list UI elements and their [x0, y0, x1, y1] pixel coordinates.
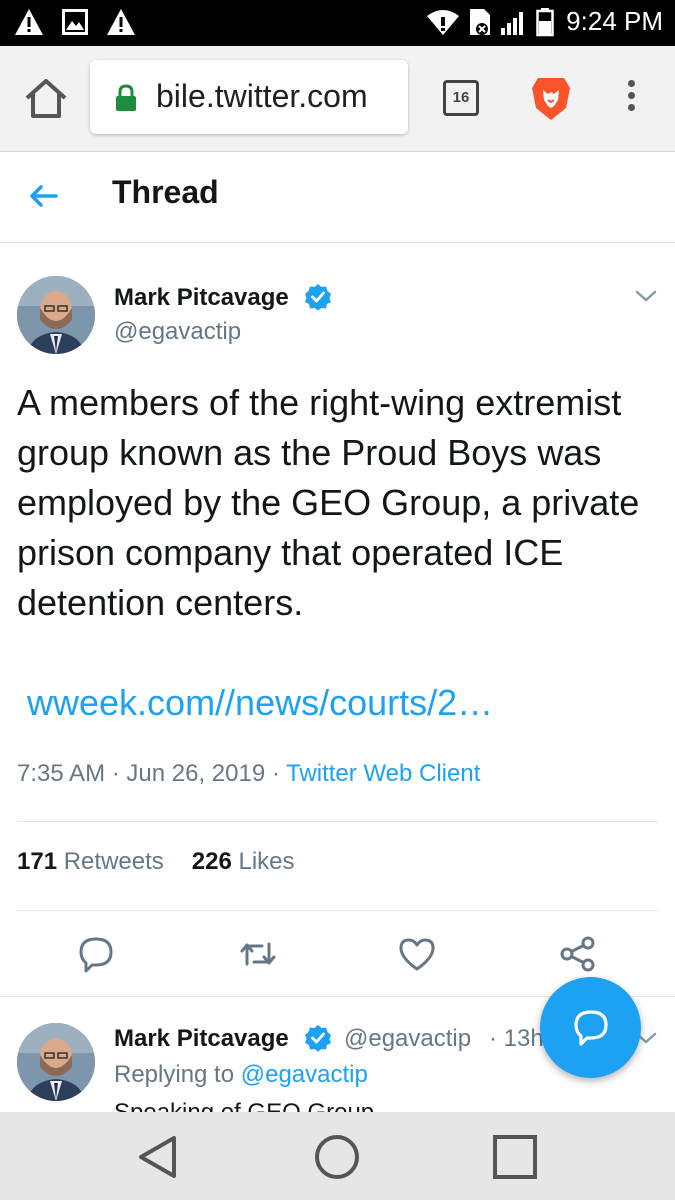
reply-age: · 13h — [489, 1025, 544, 1052]
home-icon[interactable] — [22, 76, 70, 122]
status-time: 9:24 PM — [566, 6, 663, 36]
chevron-down-icon[interactable] — [634, 288, 658, 304]
signal-icon — [501, 11, 524, 35]
tweet-meta: 7:35 AM · Jun 26, 2019 · Twitter Web Cli… — [17, 760, 480, 788]
share-icon[interactable] — [558, 934, 598, 974]
author-name[interactable]: Mark Pitcavage — [114, 284, 289, 312]
replying-to: Replying to @egavactip — [114, 1061, 368, 1089]
url-text: bile.twitter.com — [156, 78, 368, 114]
tab-switcher-button[interactable]: 16 — [443, 80, 479, 116]
more-vert-icon[interactable] — [620, 76, 642, 120]
divider — [17, 910, 658, 911]
reply-author-handle[interactable]: @egavactip — [344, 1025, 471, 1053]
reply-icon[interactable] — [76, 934, 116, 974]
page-title: Thread — [112, 174, 219, 210]
retweets-stat[interactable]: 171 Retweets — [17, 848, 164, 875]
warning-icon — [15, 9, 43, 35]
tweet-stats: 171 Retweets 226 Likes — [17, 848, 295, 876]
avatar[interactable] — [17, 276, 95, 354]
tweet-link[interactable]: wweek.com//news/courts/2… — [27, 682, 493, 724]
tweet-time: 7:35 AM — [17, 760, 106, 787]
nav-recents-icon[interactable] — [490, 1132, 540, 1182]
address-bar[interactable]: bile.twitter.com — [90, 60, 408, 134]
likes-stat[interactable]: 226 Likes — [192, 848, 295, 875]
compose-reply-button[interactable] — [540, 977, 641, 1078]
retweet-label: Retweets — [63, 848, 164, 875]
replying-to-label: Replying to — [114, 1061, 235, 1088]
warning-icon — [107, 9, 135, 35]
tweet-date: Jun 26, 2019 — [126, 760, 266, 787]
retweet-count: 171 — [17, 848, 58, 875]
replying-to-handle[interactable]: @egavactip — [241, 1061, 368, 1088]
reply-bubble-icon — [574, 1010, 608, 1046]
meta-separator: · — [265, 760, 287, 787]
divider — [17, 821, 658, 822]
like-count: 226 — [191, 848, 232, 875]
no-sim-icon — [470, 8, 491, 35]
retweet-icon[interactable] — [238, 934, 278, 974]
wifi-icon — [427, 9, 460, 35]
back-arrow-icon[interactable] — [26, 180, 62, 212]
nav-home-icon[interactable] — [312, 1132, 362, 1182]
like-icon[interactable] — [397, 934, 437, 974]
status-bar: 9:24 PM — [0, 0, 675, 46]
meta-separator: · — [105, 760, 127, 787]
browser-toolbar: bile.twitter.com 16 — [0, 46, 675, 152]
tweet-text: A members of the right-wing extremist gr… — [17, 382, 640, 623]
verified-badge-icon — [305, 284, 331, 311]
verified-badge-icon — [305, 1025, 331, 1052]
system-nav-bar — [0, 1112, 675, 1200]
image-icon — [62, 9, 88, 35]
tweet-client[interactable]: Twitter Web Client — [286, 760, 480, 787]
thread-header: Thread — [0, 152, 675, 243]
nav-back-icon[interactable] — [134, 1132, 184, 1182]
brave-lion-icon[interactable] — [530, 74, 572, 122]
like-label: Likes — [238, 848, 295, 875]
lock-icon — [116, 84, 136, 111]
author-handle[interactable]: @egavactip — [114, 318, 241, 346]
avatar[interactable] — [17, 1023, 95, 1101]
reply-author-name[interactable]: Mark Pitcavage — [114, 1025, 289, 1053]
battery-icon — [536, 7, 554, 36]
